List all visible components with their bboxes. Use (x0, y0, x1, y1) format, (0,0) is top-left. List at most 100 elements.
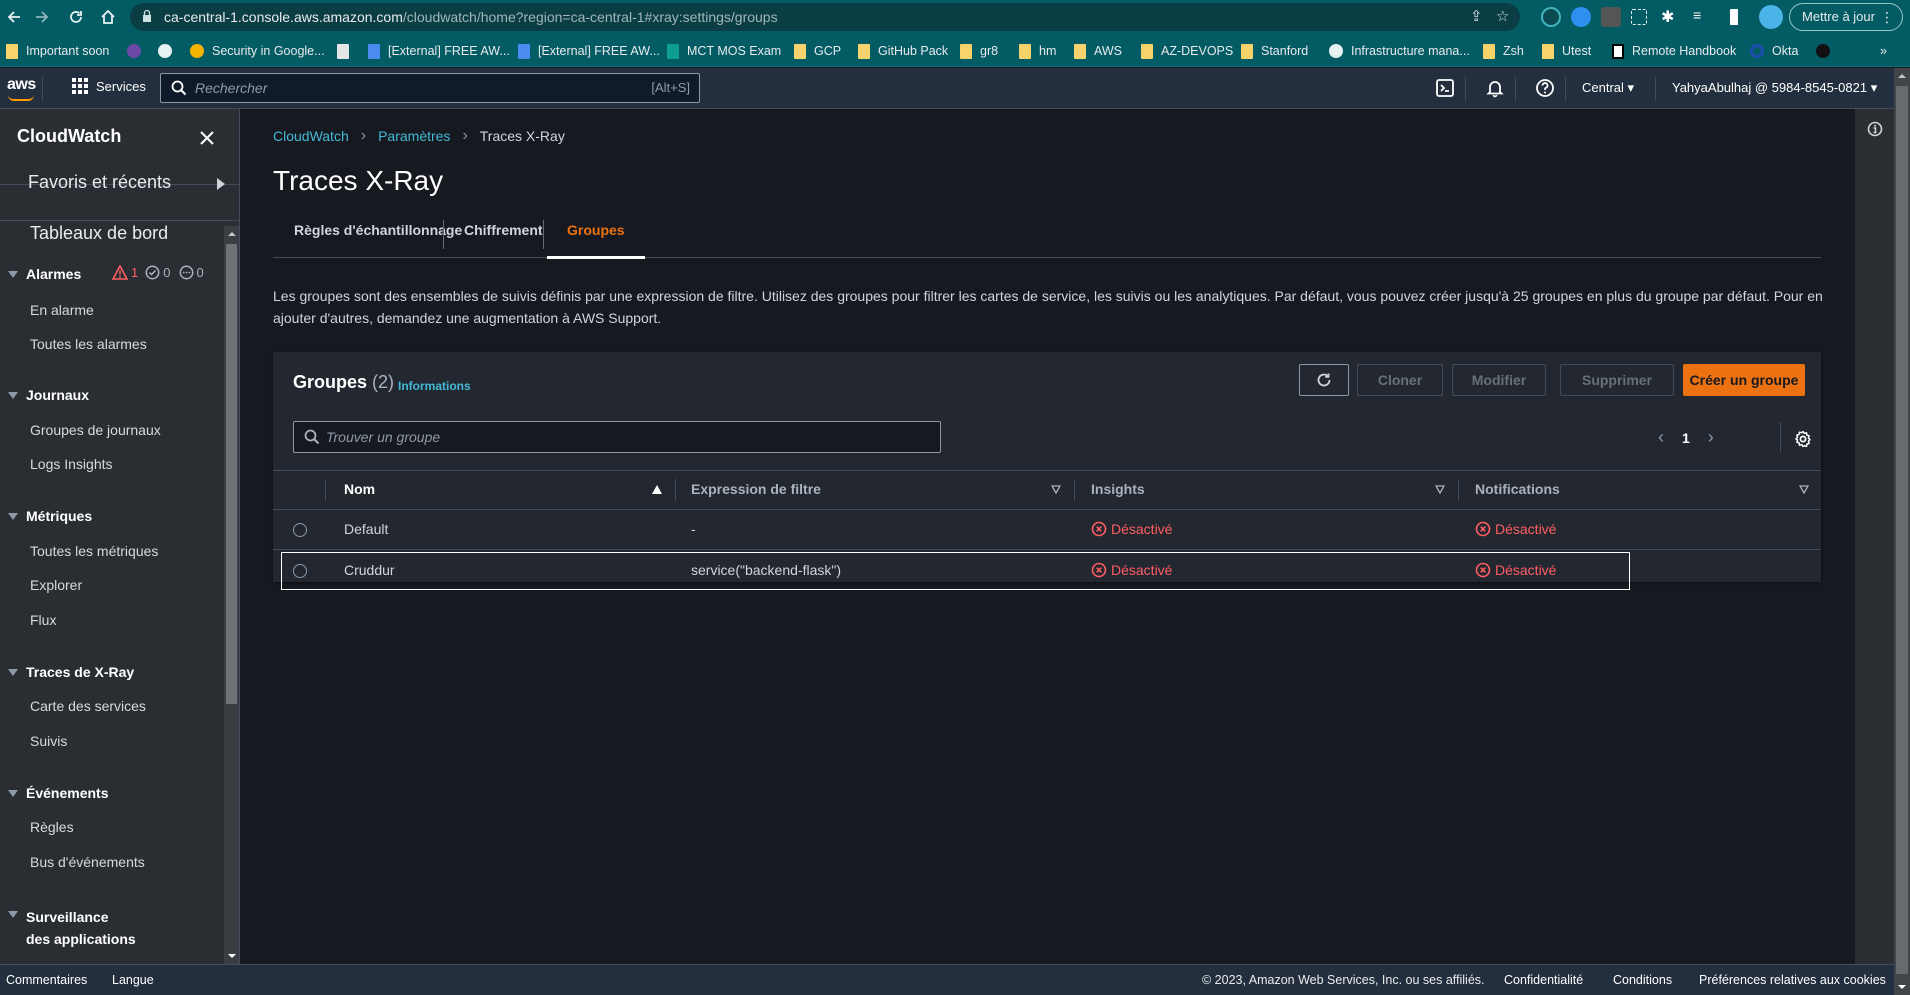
breadcrumb-cloudwatch[interactable]: CloudWatch (273, 128, 349, 144)
home-button[interactable] (96, 5, 120, 29)
column-header-insights[interactable]: Insights (1091, 481, 1145, 497)
bookmark-item[interactable]: [External] FREE AW... (518, 41, 660, 61)
sort-unsorted-icon[interactable] (1799, 485, 1809, 494)
feedback-link[interactable]: Commentaires (6, 973, 87, 987)
bookmark-item[interactable]: Security in Google... (190, 41, 325, 61)
table-row[interactable]: Cruddur service("backend-flask") Désacti… (273, 551, 1821, 591)
sidebar-item-rules[interactable]: Règles (30, 819, 74, 835)
sidebar-item-explorer[interactable]: Explorer (30, 577, 82, 593)
side-panel-icon[interactable] (1730, 9, 1745, 25)
sidebar-item-event-buses[interactable]: Bus d'événements (30, 854, 145, 870)
group-search-input[interactable] (326, 427, 926, 447)
caret-right-icon[interactable] (217, 178, 225, 190)
sidebar-item-service-map[interactable]: Carte des services (30, 698, 146, 714)
extension-capture-icon[interactable] (1631, 9, 1647, 25)
sidebar-item-streams[interactable]: Flux (30, 612, 56, 628)
column-header-notifications[interactable]: Notifications (1475, 481, 1560, 497)
language-link[interactable]: Langue (112, 973, 154, 987)
services-menu-button[interactable]: Services (72, 78, 146, 94)
bookmark-item[interactable]: [External] FREE AW... (368, 41, 510, 61)
scroll-down-icon[interactable] (228, 954, 236, 958)
sort-unsorted-icon[interactable] (1435, 485, 1445, 494)
row-select-radio[interactable] (293, 523, 307, 537)
delete-button[interactable]: Supprimer (1560, 364, 1674, 396)
region-selector[interactable]: Central ▾ (1582, 80, 1634, 96)
sidebar-item-log-groups[interactable]: Groupes de journaux (30, 422, 161, 438)
sidebar-section-application-monitoring[interactable]: Surveillance des applications (8, 906, 136, 950)
bookmark-item[interactable] (158, 41, 180, 61)
page-scrollbar[interactable] (1894, 68, 1910, 995)
bookmark-star-icon[interactable]: ☆ (1496, 7, 1509, 25)
bookmark-item[interactable] (1816, 41, 1838, 61)
bookmark-item[interactable]: Zsh (1483, 41, 1524, 61)
refresh-button[interactable] (1299, 364, 1349, 396)
forward-button[interactable] (30, 5, 54, 29)
sidebar-item-dashboards[interactable]: Tableaux de bord (30, 223, 168, 244)
info-link[interactable]: Informations (398, 379, 471, 393)
clone-button[interactable]: Cloner (1357, 364, 1443, 396)
scroll-up-icon[interactable] (228, 232, 236, 236)
cloudshell-icon[interactable] (1435, 78, 1455, 98)
bookmark-item[interactable]: AWS (1074, 41, 1122, 61)
sidebar-item-in-alarm[interactable]: En alarme (30, 302, 94, 318)
settings-gear-icon[interactable] (1794, 430, 1812, 448)
profile-avatar[interactable] (1759, 5, 1783, 29)
sidebar-item-traces[interactable]: Suivis (30, 733, 67, 749)
extensions-puzzle-icon[interactable]: ✱ (1661, 7, 1681, 27)
sidebar-section-xray-traces[interactable]: Traces de X-Ray (8, 664, 134, 680)
bookmark-item[interactable]: Stanford (1241, 41, 1308, 61)
sidebar-section-logs[interactable]: Journaux (8, 387, 89, 403)
bookmark-item[interactable]: GCP (794, 41, 841, 61)
sidebar-section-metrics[interactable]: Métriques (8, 508, 92, 524)
row-select-radio[interactable] (293, 564, 307, 578)
current-page[interactable]: 1 (1682, 430, 1690, 446)
global-search-input[interactable] (195, 78, 595, 98)
breadcrumb-settings[interactable]: Paramètres (378, 128, 450, 144)
terms-link[interactable]: Conditions (1613, 973, 1672, 987)
next-page-icon[interactable]: › (1708, 427, 1714, 448)
bookmark-item[interactable]: Remote Handbook (1612, 41, 1736, 61)
sidebar-item-all-metrics[interactable]: Toutes les métriques (30, 543, 158, 559)
update-chrome-button[interactable]: Mettre à jour ⋮ (1789, 3, 1903, 31)
bookmark-item[interactable]: AZ-DEVOPS (1141, 41, 1233, 61)
bookmark-item[interactable]: hm (1019, 41, 1056, 61)
notifications-bell-icon[interactable] (1485, 78, 1505, 98)
privacy-link[interactable]: Confidentialité (1504, 973, 1583, 987)
help-icon[interactable] (1535, 78, 1555, 98)
info-circle-icon[interactable] (1867, 121, 1883, 137)
bookmark-item[interactable]: Important soon (6, 41, 109, 61)
modify-button[interactable]: Modifier (1452, 364, 1546, 396)
sidebar-scrollbar[interactable] (224, 226, 239, 964)
more-bookmarks-button[interactable]: » (1880, 41, 1887, 61)
sidebar-title[interactable]: CloudWatch (17, 126, 121, 147)
tab-sampling-rules[interactable]: Règles d'échantillonnage (294, 213, 462, 258)
account-menu[interactable]: YahyaAbulhaj @ 5984-8545-0821 ▾ (1672, 80, 1877, 96)
bookmark-item[interactable]: Utest (1542, 41, 1591, 61)
create-group-button[interactable]: Créer un groupe (1683, 364, 1805, 396)
sidebar-section-alarms[interactable]: Alarmes (8, 266, 81, 282)
extension-screen-recorder-icon[interactable] (1541, 7, 1561, 27)
sort-ascending-icon[interactable] (652, 485, 662, 494)
global-search-box[interactable]: [Alt+S] (160, 73, 700, 103)
scroll-down-icon[interactable] (1898, 985, 1906, 989)
bookmark-item[interactable]: Okta (1750, 41, 1798, 61)
extension-media-icon[interactable] (1601, 7, 1621, 27)
bookmark-item[interactable]: Infrastructure mana... (1329, 41, 1470, 61)
back-button[interactable] (2, 5, 26, 29)
page-scroll-thumb[interactable] (1896, 86, 1908, 974)
sidebar-favorites[interactable]: Favoris et récents (28, 172, 171, 193)
media-queue-icon[interactable]: ≡ (1693, 7, 1713, 27)
sort-unsorted-icon[interactable] (1051, 485, 1061, 494)
reload-button[interactable] (64, 5, 88, 29)
bookmark-item[interactable]: GitHub Pack (858, 41, 948, 61)
group-search-box[interactable] (293, 421, 941, 453)
bookmark-item[interactable] (337, 41, 357, 61)
sidebar-item-logs-insights[interactable]: Logs Insights (30, 456, 113, 472)
tab-encryption[interactable]: Chiffrement (464, 213, 543, 258)
tab-groups[interactable]: Groupes (547, 213, 645, 259)
column-header-filter-expression[interactable]: Expression de filtre (691, 481, 821, 497)
table-row[interactable]: Default - Désactivé Désactivé (273, 510, 1821, 550)
extension-blue-diamond-icon[interactable] (1571, 7, 1591, 27)
column-header-name[interactable]: Nom (344, 481, 375, 497)
sidebar-scroll-thumb[interactable] (226, 244, 237, 704)
